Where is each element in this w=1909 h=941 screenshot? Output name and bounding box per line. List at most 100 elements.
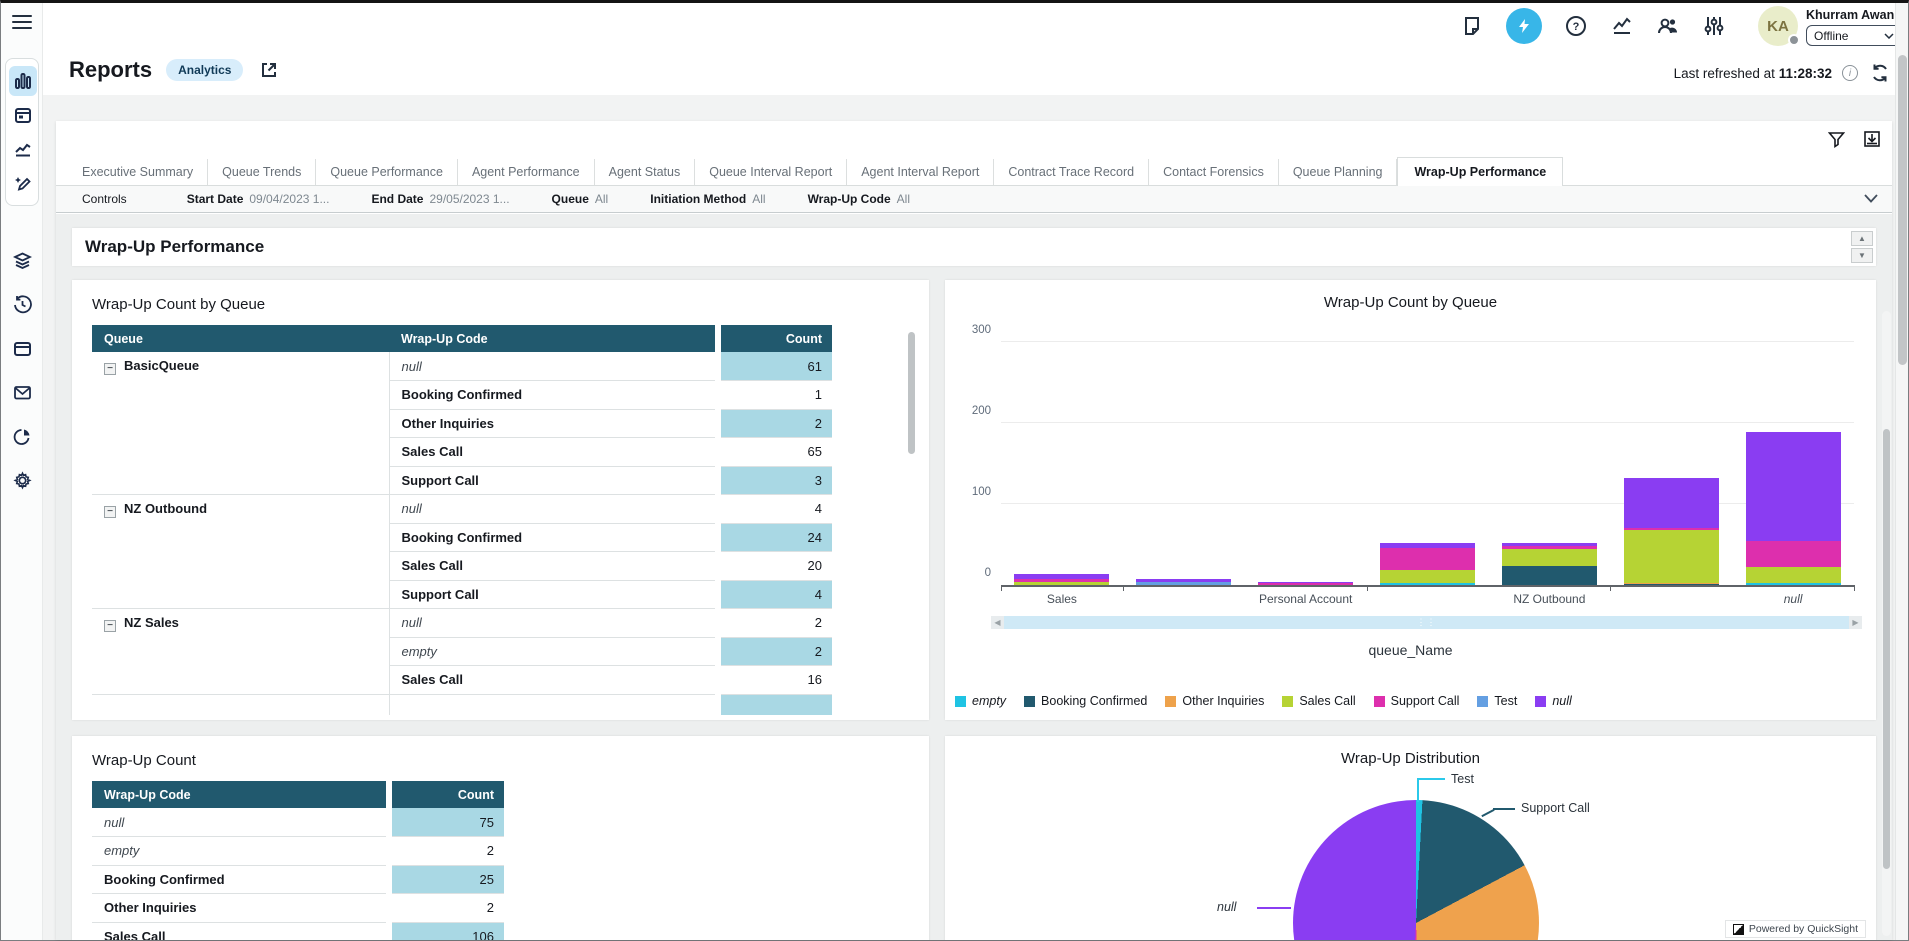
settings-sliders-icon[interactable] xyxy=(1702,14,1726,38)
sidebar-item-layers[interactable] xyxy=(8,245,36,275)
history-clock-icon xyxy=(13,295,32,314)
collapse-group-icon[interactable]: − xyxy=(104,506,116,518)
sidebar-item-designer[interactable] xyxy=(9,168,37,198)
filter-initiation-method[interactable]: Initiation MethodAll xyxy=(650,192,765,206)
stacked-bar-unlabeled-3[interactable] xyxy=(1380,543,1475,585)
sidebar-item-analytics-pie[interactable] xyxy=(8,421,36,451)
sidebar-item-metrics[interactable] xyxy=(9,134,37,164)
x-axis-tick xyxy=(1367,585,1368,591)
stacked-bar-sales[interactable] xyxy=(1014,574,1109,585)
x-tick-label: null xyxy=(1732,592,1854,606)
table-scrollbar-thumb[interactable] xyxy=(908,332,915,454)
layers-icon xyxy=(13,251,32,270)
count-cell: 20 xyxy=(718,552,832,581)
tab-agent-performance[interactable]: Agent Performance xyxy=(458,159,595,185)
controls-bar: Controls Start Date09/04/2023 1...End Da… xyxy=(56,186,1892,213)
lightning-icon xyxy=(1516,18,1532,34)
quicksight-logo-icon xyxy=(1733,924,1744,935)
count-cell: 2 xyxy=(389,837,504,866)
window-scrollbar-thumb[interactable] xyxy=(1898,55,1907,365)
tab-queue-interval-report[interactable]: Queue Interval Report xyxy=(695,159,847,185)
export-icon[interactable] xyxy=(1862,129,1882,149)
refresh-icon[interactable] xyxy=(1868,61,1892,85)
stacked-bar-unlabeled-1[interactable] xyxy=(1136,579,1231,585)
queue-cell: −NZ Sales xyxy=(92,609,389,695)
sidebar-item-browser[interactable] xyxy=(8,333,36,363)
window-scrollbar xyxy=(1895,3,1908,940)
spinner-up-button[interactable]: ▲ xyxy=(1851,231,1873,246)
open-external-icon[interactable] xyxy=(257,58,281,82)
wrapup-code-cell: empty xyxy=(389,637,718,666)
legend-item-null[interactable]: null xyxy=(1535,694,1571,708)
tab-queue-planning[interactable]: Queue Planning xyxy=(1279,159,1398,185)
magic-pen-icon xyxy=(14,174,32,192)
filter-icon[interactable] xyxy=(1826,129,1846,149)
status-select[interactable]: Offline xyxy=(1806,25,1902,46)
pie-label-line-test-h xyxy=(1417,778,1445,780)
legend-item-booking-confirmed[interactable]: Booking Confirmed xyxy=(1024,694,1147,708)
legend-item-support-call[interactable]: Support Call xyxy=(1374,694,1460,708)
quick-actions-button[interactable] xyxy=(1506,8,1542,44)
metrics-icon[interactable] xyxy=(1610,14,1634,38)
sidebar-item-mail[interactable] xyxy=(8,377,36,407)
legend-item-other-inquiries[interactable]: Other Inquiries xyxy=(1165,694,1264,708)
powered-by-quicksight-badge[interactable]: Powered by QuickSight xyxy=(1725,920,1866,938)
count-cell: 3 xyxy=(718,466,832,495)
sidebar-item-reports[interactable] xyxy=(9,66,37,96)
filter-wrap-up-code[interactable]: Wrap-Up CodeAll xyxy=(808,192,910,206)
bar-segment-sales-call xyxy=(1014,582,1109,585)
spinner-down-button[interactable]: ▼ xyxy=(1851,248,1873,263)
collapse-group-icon[interactable]: − xyxy=(104,620,116,632)
sidebar-item-calendar[interactable] xyxy=(9,100,37,130)
tab-queue-performance[interactable]: Queue Performance xyxy=(316,159,458,185)
contacts-icon[interactable] xyxy=(1656,14,1680,38)
scroll-right-button[interactable]: ▶ xyxy=(1849,616,1862,629)
wrapup-code-cell: Sales Call xyxy=(389,552,718,581)
notes-icon[interactable] xyxy=(1460,14,1484,38)
tab-executive-summary[interactable]: Executive Summary xyxy=(68,159,208,185)
bar-segment-null xyxy=(1624,478,1719,527)
collapse-group-icon[interactable]: − xyxy=(104,363,116,375)
x-tick-label xyxy=(1123,592,1245,606)
sidebar-item-history[interactable] xyxy=(8,289,36,319)
legend-item-test[interactable]: Test xyxy=(1477,694,1517,708)
sidebar-item-settings[interactable] xyxy=(8,465,36,495)
hamburger-menu-icon[interactable] xyxy=(12,15,32,31)
count-cell: 61 xyxy=(718,352,832,381)
pie-chart[interactable] xyxy=(1293,800,1539,940)
help-icon[interactable]: ? xyxy=(1564,14,1588,38)
filter-queue[interactable]: QueueAll xyxy=(552,192,609,206)
tab-contact-forensics[interactable]: Contact Forensics xyxy=(1149,159,1279,185)
x-axis-tick xyxy=(1854,585,1855,591)
x-axis-labels: SalesPersonal AccountNZ Outboundnull xyxy=(1001,592,1854,606)
legend-item-sales-call[interactable]: Sales Call xyxy=(1282,694,1355,708)
avatar[interactable]: KA xyxy=(1758,6,1798,46)
wrapup-code-cell: null xyxy=(389,495,718,524)
filter-end-date[interactable]: End Date29/05/2023 1... xyxy=(371,192,509,206)
count-cell: 2 xyxy=(389,894,504,923)
x-axis-title: queue_Name xyxy=(945,642,1876,658)
stacked-bar-nz-outbound[interactable] xyxy=(1502,543,1597,585)
scroll-left-button[interactable]: ◀ xyxy=(991,616,1004,629)
info-icon[interactable]: i xyxy=(1842,65,1858,81)
tab-wrap-up-performance[interactable]: Wrap-Up Performance xyxy=(1397,157,1563,186)
panel-scrollbar-thumb[interactable] xyxy=(1883,429,1890,869)
stacked-bar-unlabeled-5[interactable] xyxy=(1624,478,1719,585)
tab-agent-status[interactable]: Agent Status xyxy=(595,159,696,185)
tab-agent-interval-report[interactable]: Agent Interval Report xyxy=(847,159,994,185)
filter-start-date[interactable]: Start Date09/04/2023 1... xyxy=(187,192,330,206)
count-table: Wrap-Up CodeCountnull75empty2Booking Con… xyxy=(92,781,504,940)
controls-collapse-icon[interactable] xyxy=(1864,192,1878,206)
legend-item-empty[interactable]: empty xyxy=(955,694,1006,708)
status-value: Offline xyxy=(1814,29,1848,43)
tab-contract-trace-record[interactable]: Contract Trace Record xyxy=(994,159,1149,185)
chart-horizontal-scrollbar[interactable]: ◀ ⋮⋮ ▶ xyxy=(991,616,1862,629)
stacked-bar-null[interactable] xyxy=(1746,432,1841,585)
col-header-wrapup-code: Wrap-Up Code xyxy=(389,325,718,352)
legend-label: null xyxy=(1552,694,1571,708)
stacked-bar-personal-account[interactable] xyxy=(1258,582,1353,585)
table-row-partial xyxy=(92,694,832,715)
bar-segment-support-call xyxy=(1380,548,1475,571)
tab-queue-trends[interactable]: Queue Trends xyxy=(208,159,316,185)
user-box: KA Khurram Awan Offline xyxy=(1758,6,1902,46)
